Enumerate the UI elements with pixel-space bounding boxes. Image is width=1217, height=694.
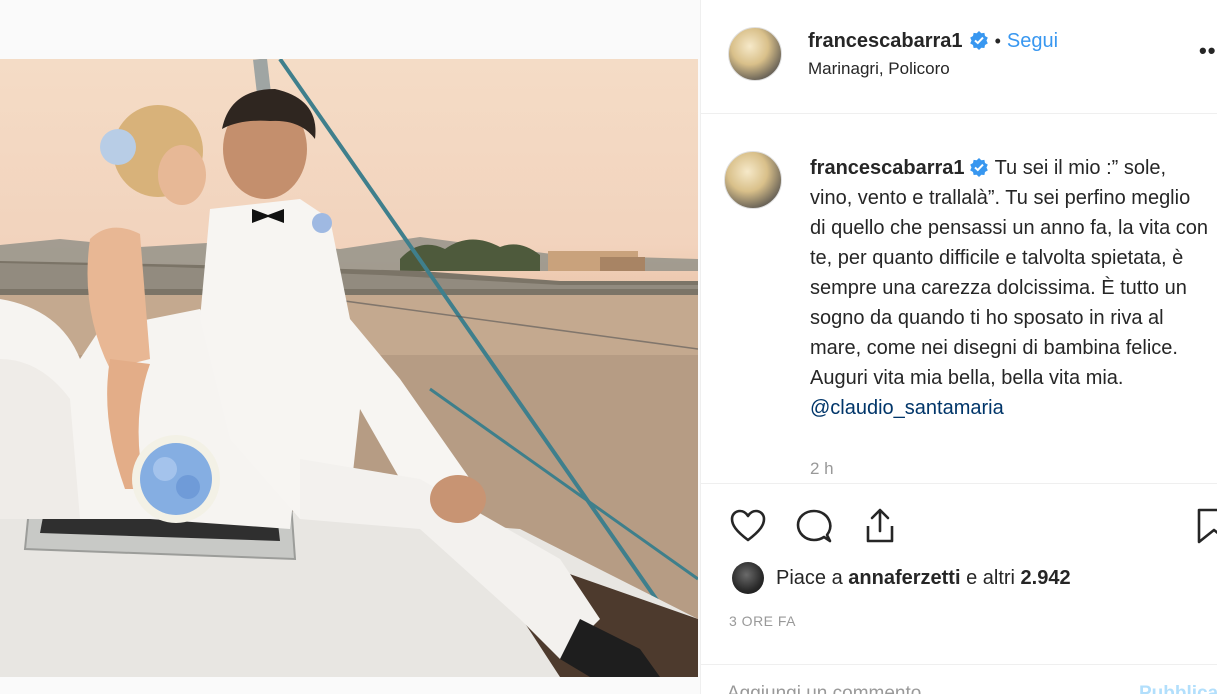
comment-bar: Aggiungi un commento... Pubblica xyxy=(701,664,1217,694)
follow-button[interactable]: Segui xyxy=(1007,30,1058,52)
post-photo[interactable] xyxy=(0,59,698,677)
heart-icon[interactable] xyxy=(728,506,768,546)
caption-author-avatar[interactable] xyxy=(724,151,782,209)
post-caption: francescabarra1 Tu sei il mio :” sole, vi… xyxy=(810,153,1210,423)
liker-avatar[interactable] xyxy=(732,562,764,594)
publish-button[interactable]: Pubblica xyxy=(1139,683,1217,694)
verified-badge-icon xyxy=(969,30,989,50)
post-header: francescabarra1 • Segui Marinagri, Policor… xyxy=(701,0,1217,114)
likes-prefix: Piace a xyxy=(776,566,849,589)
caption-mention[interactable]: @claudio_santamaria xyxy=(810,397,1004,419)
share-icon[interactable] xyxy=(860,506,900,546)
likes-row: Piace a annaferzetti e altri 2.942 xyxy=(732,560,1071,596)
photo-pane xyxy=(0,0,700,694)
post-location[interactable]: Marinagri, Policoro xyxy=(808,59,950,79)
likes-text[interactable]: Piace a annaferzetti e altri 2.942 xyxy=(776,567,1071,590)
post-actions: Piace a annaferzetti e altri 2.942 3 ORE… xyxy=(701,483,1217,694)
verified-badge-icon xyxy=(969,156,989,177)
post-time: 3 ORE FA xyxy=(729,613,797,629)
bookmark-icon[interactable] xyxy=(1195,506,1217,546)
post-photo-illustration xyxy=(0,59,698,677)
author-line: francescabarra1 • Segui xyxy=(808,30,1058,53)
comment-icon[interactable] xyxy=(794,506,834,546)
comment-input[interactable]: Aggiungi un commento... xyxy=(727,683,937,694)
caption-username[interactable]: francescabarra1 xyxy=(810,157,965,179)
comments-section: francescabarra1 Tu sei il mio :” sole, vi… xyxy=(701,115,1217,483)
post-panel: francescabarra1 • Segui Marinagri, Policor… xyxy=(700,0,1217,694)
author-username[interactable]: francescabarra1 xyxy=(808,30,963,52)
more-options-icon[interactable]: •• xyxy=(1199,38,1216,64)
separator-dot: • xyxy=(994,31,1001,51)
likes-count[interactable]: 2.942 xyxy=(1021,567,1071,589)
caption-text: Tu sei il mio :” sole, vino, vento e tra… xyxy=(810,157,1209,389)
author-avatar[interactable] xyxy=(728,27,782,81)
likes-suffix: e altri xyxy=(960,566,1021,589)
caption-time: 2 h xyxy=(810,459,834,478)
likes-user[interactable]: annaferzetti xyxy=(848,567,960,589)
